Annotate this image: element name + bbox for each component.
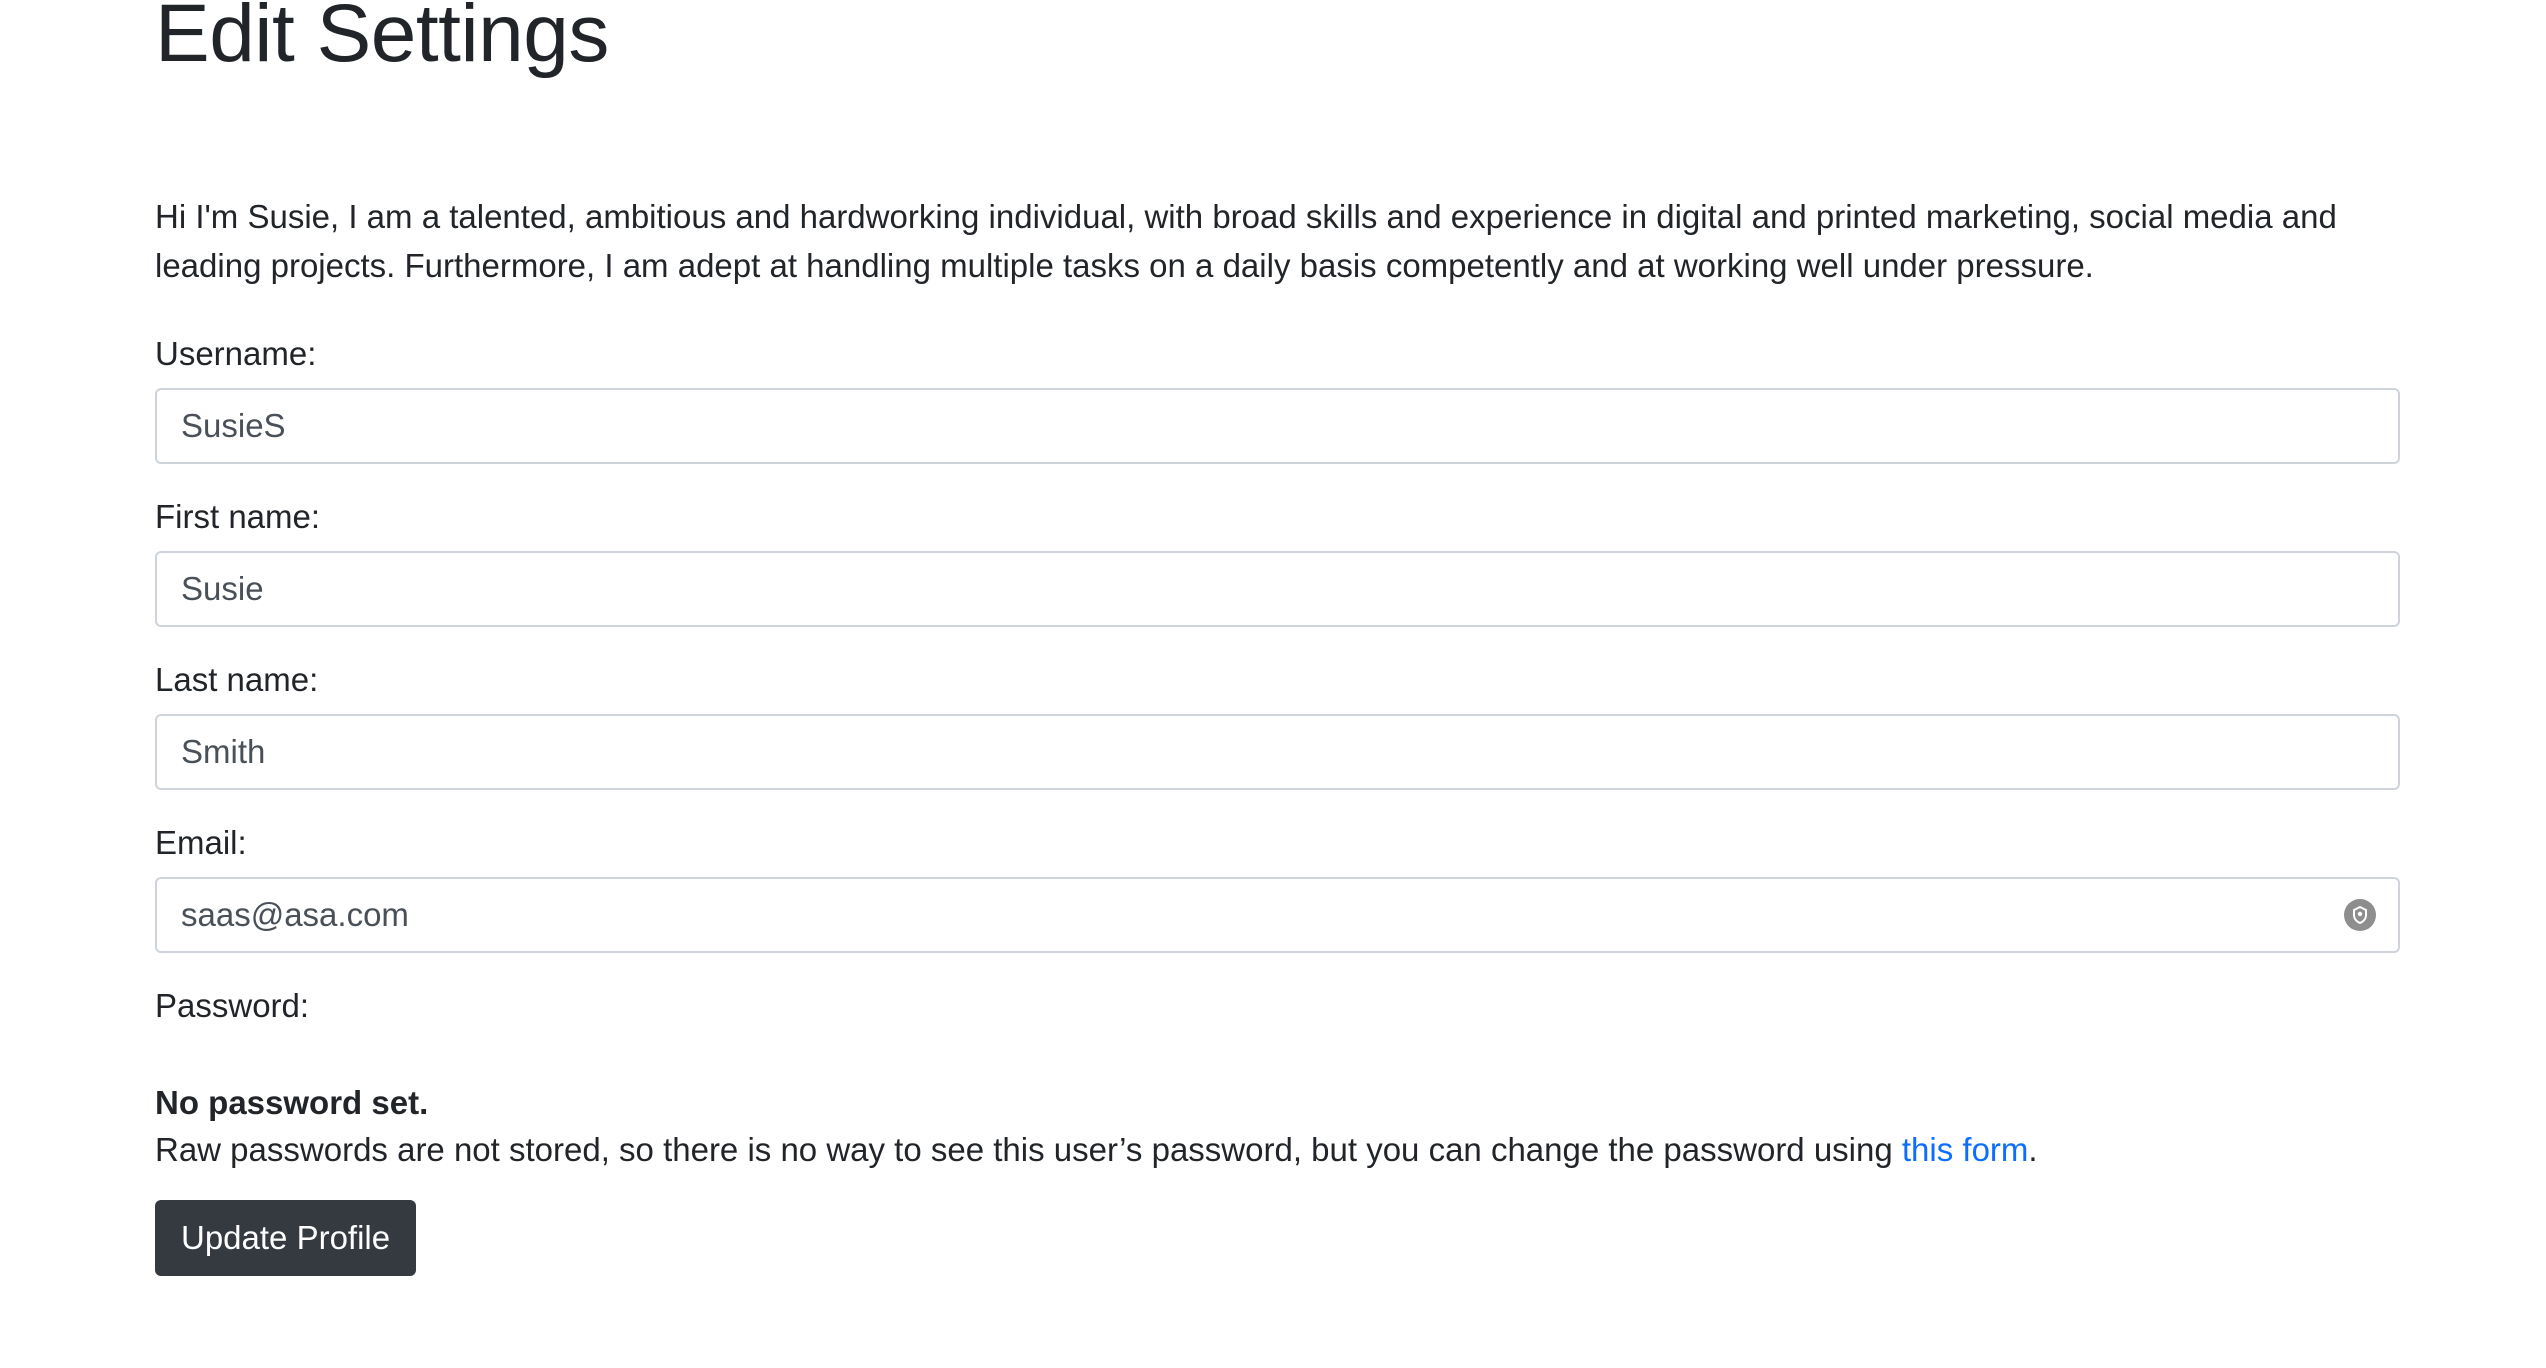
settings-container: Edit Settings Hi I'm Susie, I am a talen… (155, 0, 2400, 1276)
first-name-label: First name: (155, 498, 321, 535)
first-name-input[interactable] (155, 551, 2400, 627)
last-name-label: Last name: (155, 661, 319, 698)
update-profile-button[interactable]: Update Profile (155, 1200, 417, 1276)
username-label: Username: (155, 335, 317, 372)
password-help-suffix: . (2028, 1131, 2038, 1168)
username-input[interactable] (155, 388, 2400, 464)
email-field-wrapper (155, 877, 2400, 953)
email-input[interactable] (155, 877, 2400, 953)
password-help-text: Raw passwords are not stored, so there i… (155, 1125, 2400, 1174)
password-status: No password set. (155, 1084, 429, 1121)
autofill-key-icon[interactable] (2344, 899, 2376, 931)
email-label: Email: (155, 824, 247, 861)
password-label: Password: (155, 987, 310, 1024)
password-help-prefix: Raw passwords are not stored, so there i… (155, 1131, 1902, 1168)
settings-form: Username: First name: Last name: Email: … (155, 334, 2400, 1276)
page-title: Edit Settings (155, 0, 609, 79)
last-name-input[interactable] (155, 714, 2400, 790)
profile-intro: Hi I'm Susie, I am a talented, ambitious… (155, 198, 2337, 284)
change-password-link[interactable]: this form (1902, 1131, 2029, 1168)
